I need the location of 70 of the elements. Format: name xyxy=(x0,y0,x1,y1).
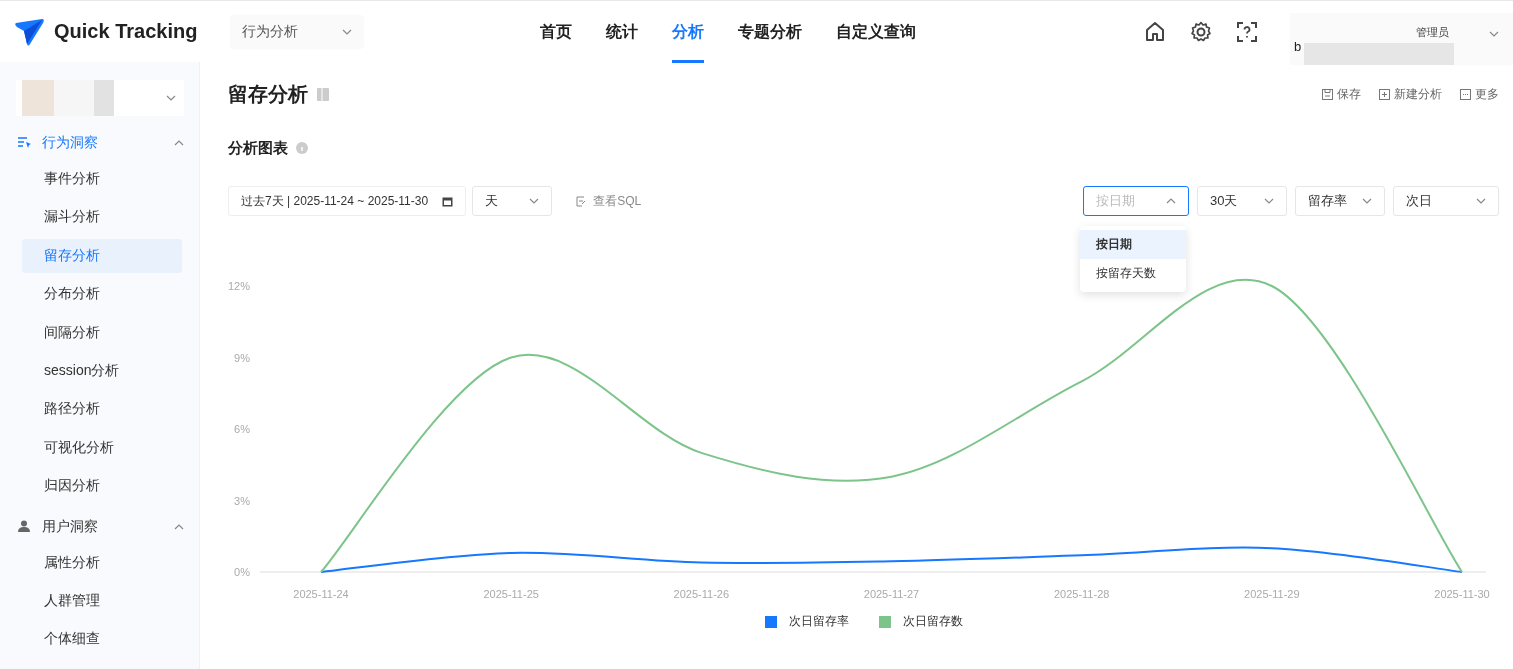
nav-tab[interactable]: 分析 xyxy=(672,1,704,63)
granularity-select[interactable]: 天 xyxy=(472,186,553,216)
list-icon xyxy=(18,137,32,149)
date-range-picker[interactable]: 过去7天 | 2025-11-24 ~ 2025-11-30 xyxy=(228,186,467,216)
toolbar-action[interactable]: 新建分析 xyxy=(1379,85,1442,103)
x-tick-label: 2025-11-26 xyxy=(673,588,730,600)
view-sql-link[interactable]: 查看SQL xyxy=(570,191,648,211)
sidebar-item[interactable]: 属性分析 xyxy=(22,545,182,580)
dropdown-option[interactable]: 按留存天数 xyxy=(1080,259,1186,288)
sidebar-item[interactable]: 分布分析 xyxy=(22,277,182,312)
sidebar-item[interactable]: 路径分析 xyxy=(22,392,182,427)
chevron-icon xyxy=(1362,198,1372,204)
sidebar-item[interactable]: 漏斗分析 xyxy=(22,200,182,235)
app-logo: Quick Tracking xyxy=(54,20,198,43)
nav-tab[interactable]: 首页 xyxy=(540,1,572,63)
sidebar-item[interactable]: 可视化分析 xyxy=(22,430,182,465)
settings-icon[interactable] xyxy=(1189,20,1213,44)
y-tick-label: 0% xyxy=(234,566,250,578)
y-tick-label: 9% xyxy=(234,351,250,364)
home-icon[interactable] xyxy=(1143,20,1167,44)
x-tick-label: 2025-11-30 xyxy=(1434,588,1490,600)
x-tick-label: 2025-11-28 xyxy=(1053,588,1110,600)
module-select[interactable]: 行为分析 xyxy=(230,14,364,49)
chevron-icon xyxy=(1489,31,1499,37)
chevron-icon xyxy=(166,95,176,101)
section-title: 分析图表 xyxy=(228,138,288,158)
x-tick-label: 2025-11-29 xyxy=(1244,588,1300,600)
chevron-icon xyxy=(1476,198,1486,204)
page-title: 留存分析 xyxy=(228,81,308,107)
sidebar-group[interactable]: 行为洞察 xyxy=(0,124,200,162)
sidebar-item[interactable]: 个体细查 xyxy=(22,622,182,657)
x-tick-label: 2025-11-25 xyxy=(483,588,539,600)
nav-tab[interactable]: 统计 xyxy=(606,1,638,63)
dropdown-option[interactable]: 按日期 xyxy=(1080,230,1186,259)
filter-select[interactable]: 次日 xyxy=(1393,186,1499,216)
legend-label: 次日留存数 xyxy=(902,613,963,630)
calendar-icon xyxy=(442,195,454,207)
help-icon[interactable] xyxy=(1235,20,1259,44)
add-icon xyxy=(1379,88,1390,100)
x-tick-label: 2025-11-27 xyxy=(863,588,920,600)
chevron-icon xyxy=(174,140,184,146)
chevron-icon xyxy=(1166,198,1176,204)
sidebar-item[interactable]: 间隔分析 xyxy=(22,315,182,350)
sql-icon xyxy=(576,195,588,207)
user-icon xyxy=(18,520,32,533)
save-icon xyxy=(1322,88,1333,100)
chevron-icon xyxy=(1264,198,1274,204)
sidebar-item[interactable]: 人群管理 xyxy=(22,583,182,618)
filter-select[interactable]: 30天 xyxy=(1197,186,1287,216)
sidebar-item[interactable]: 留存分析 xyxy=(22,238,182,273)
nav-tab[interactable]: 自定义查询 xyxy=(836,1,916,63)
sidebar-item[interactable]: 事件分析 xyxy=(22,162,182,196)
toolbar-action[interactable]: 更多 xyxy=(1460,85,1499,103)
y-tick-label: 12% xyxy=(228,280,250,292)
sidebar-item[interactable]: session分析 xyxy=(22,353,182,388)
sidebar-item[interactable]: 归因分析 xyxy=(22,469,182,504)
sidebar-group[interactable]: 用户洞察 xyxy=(0,507,200,546)
x-tick-label: 2025-11-24 xyxy=(293,588,349,600)
chevron-icon xyxy=(529,198,540,204)
y-tick-label: 3% xyxy=(234,494,250,507)
more-icon xyxy=(1460,88,1471,100)
user-menu[interactable]: 管理员 b xyxy=(1290,13,1513,65)
y-tick-label: 6% xyxy=(234,423,250,435)
nav-tab[interactable]: 专题分析 xyxy=(738,1,802,63)
chevron-icon xyxy=(174,523,184,530)
chevron-icon xyxy=(342,28,352,35)
toolbar-action[interactable]: 保存 xyxy=(1322,85,1361,103)
filter-select[interactable]: 留存率 xyxy=(1295,186,1385,216)
legend-label: 次日留存率 xyxy=(788,613,849,630)
logo-icon xyxy=(14,16,46,47)
